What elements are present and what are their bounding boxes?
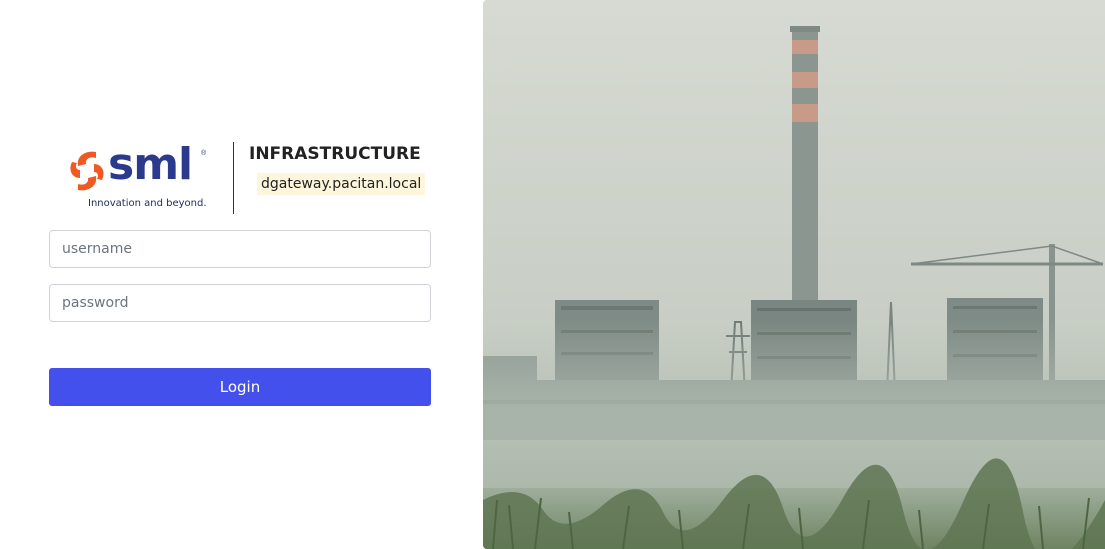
power-plant-photo-icon — [483, 0, 1105, 549]
login-page: sml ® Innovation and beyond. INFRASTRUCT… — [0, 0, 1105, 549]
header-divider — [233, 142, 234, 214]
host-badge: dgateway.pacitan.local — [257, 173, 426, 195]
logo-wordmark: sml — [108, 139, 193, 190]
sml-logo-mark-icon — [70, 151, 104, 191]
login-panel: sml ® Innovation and beyond. INFRASTRUCT… — [0, 0, 483, 549]
app-title: INFRASTRUCTURE — [249, 144, 421, 164]
logo-registered-mark: ® — [201, 150, 207, 157]
password-input[interactable] — [49, 284, 431, 322]
username-input[interactable] — [49, 230, 431, 268]
logo-tagline: Innovation and beyond. — [88, 198, 207, 209]
sml-logo: sml ® Innovation and beyond. — [66, 139, 216, 210]
brand-header: sml ® Innovation and beyond. INFRASTRUCT… — [60, 139, 440, 216]
hero-image — [483, 0, 1105, 549]
login-button[interactable]: Login — [49, 368, 431, 406]
